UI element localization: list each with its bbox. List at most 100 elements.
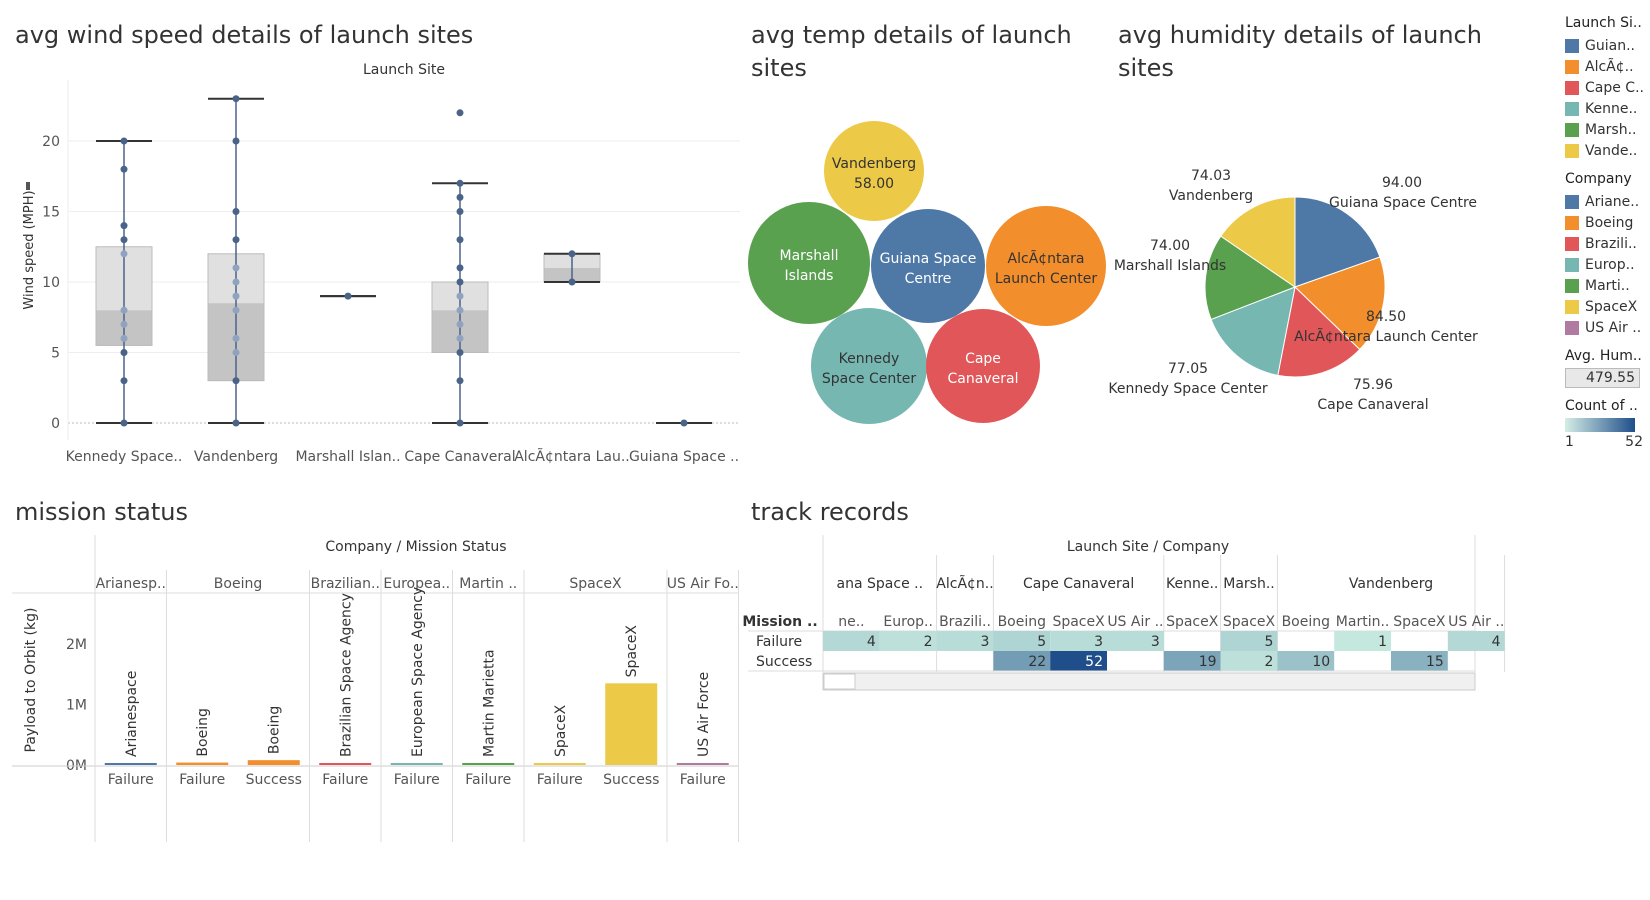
- count-max-label: 52: [1625, 434, 1643, 450]
- humidity-site-label: AlcÃ¢ntara Launch Center: [1294, 328, 1478, 345]
- temp-bubble-label: Marshall: [780, 248, 839, 264]
- mission-bar: [676, 763, 729, 765]
- wind-data-point: [456, 292, 464, 300]
- wind-data-point: [232, 264, 240, 272]
- temp-bubble-label: Guiana Space: [880, 251, 977, 267]
- wind-y-tick: 10: [42, 275, 60, 291]
- company-legend-label: US Air ..: [1585, 319, 1642, 336]
- wind-data-point: [232, 349, 240, 356]
- launch-site-legend-item[interactable]: Cape C..: [1565, 77, 1650, 98]
- wind-x-tick: AlcÃ¢ntara Lau..: [514, 448, 630, 465]
- wind-data-point: [120, 306, 128, 314]
- mission-bar: [390, 763, 443, 765]
- company-legend-item[interactable]: US Air ..: [1565, 317, 1650, 338]
- wind-data-point: [680, 419, 688, 427]
- company-legend-label: Ariane..: [1585, 193, 1640, 210]
- wind-data-point: [456, 179, 464, 187]
- wind-data-point: [120, 320, 128, 328]
- wind-data-point: [456, 377, 464, 385]
- track-cell-value: 3: [980, 634, 989, 650]
- company-swatch: [1565, 278, 1579, 293]
- mission-status-label: Failure: [394, 772, 440, 788]
- mission-y-tick: 2M: [66, 637, 87, 653]
- wind-data-point: [456, 419, 464, 427]
- mission-status-label: Failure: [680, 772, 726, 788]
- track-cell-value: 15: [1426, 654, 1444, 670]
- company-legend-item[interactable]: SpaceX: [1565, 296, 1650, 317]
- launch-site-swatch: [1565, 80, 1579, 95]
- company-legend-item[interactable]: Brazili..: [1565, 233, 1650, 254]
- launch-site-swatch: [1565, 38, 1579, 53]
- wind-x-tick: Guiana Space ..: [629, 449, 739, 465]
- wind-data-point: [232, 236, 240, 244]
- company-legend-item[interactable]: Marti..: [1565, 275, 1650, 296]
- wind-data-point: [568, 250, 576, 258]
- mission-bar: [319, 763, 372, 765]
- company-legend-item[interactable]: Europ..: [1565, 254, 1650, 275]
- wind-data-point: [568, 278, 576, 286]
- wind-data-point: [120, 236, 128, 244]
- mission-bar-label: European Space Agency: [410, 587, 426, 757]
- company-legend-label: Europ..: [1585, 256, 1635, 273]
- launch-site-swatch: [1565, 122, 1579, 137]
- wind-data-point: [456, 208, 464, 215]
- mission-status-label: Failure: [465, 772, 511, 788]
- launch-site-legend-item[interactable]: AlcÃ¢..: [1565, 56, 1650, 77]
- track-cell-value: 19: [1199, 654, 1217, 670]
- track-cell-value: 4: [867, 634, 876, 650]
- wind-box-group: [431, 109, 489, 427]
- wind-data-point: [120, 250, 128, 258]
- launch-site-swatch: [1565, 143, 1579, 158]
- mission-status-label: Failure: [108, 772, 154, 788]
- temp-bubble-label: Space Center: [822, 371, 916, 387]
- track-row-header: Mission ..: [742, 614, 817, 630]
- launch-site-legend-item[interactable]: Marsh..: [1565, 119, 1650, 140]
- company-swatch: [1565, 299, 1579, 314]
- launch-site-legend-title: Launch Si..: [1565, 15, 1642, 31]
- mission-bar-label: SpaceX: [553, 704, 569, 757]
- wind-box-group: [320, 292, 376, 300]
- track-horizontal-scrollbar[interactable]: [822, 672, 1476, 691]
- track-cell-value: 10: [1312, 654, 1330, 670]
- wind-data-point: [232, 95, 240, 103]
- launch-site-legend-label: Guian..: [1585, 37, 1635, 54]
- wind-data-point: [232, 334, 240, 342]
- wind-data-point: [120, 334, 128, 342]
- track-scrollbar-thumb[interactable]: [823, 673, 856, 690]
- mission-status-label: Success: [246, 772, 302, 788]
- avg-humidity-value: 479.55: [1565, 368, 1640, 388]
- wind-data-point: [120, 419, 128, 427]
- mission-bar: [104, 763, 157, 765]
- company-legend-item[interactable]: Ariane..: [1565, 191, 1650, 212]
- mission-status-label: Failure: [322, 772, 368, 788]
- launch-site-swatch: [1565, 101, 1579, 116]
- mission-bar: [247, 760, 300, 765]
- temp-bubble-label: Centre: [905, 271, 952, 287]
- humidity-value-label: 74.03: [1191, 168, 1231, 184]
- launch-site-legend-label: Vande..: [1585, 142, 1638, 159]
- track-site-header: AlcÃ¢n..: [936, 575, 993, 592]
- wind-data-point: [120, 377, 128, 385]
- company-legend-item[interactable]: Boeing: [1565, 212, 1650, 233]
- mission-bar-label: Brazilian Space Agency: [338, 593, 354, 757]
- humidity-site-label: Cape Canaveral: [1317, 397, 1428, 413]
- wind-y-tick: 15: [42, 205, 60, 221]
- humidity-value-label: 94.00: [1382, 175, 1422, 191]
- legend-panel: Launch Si.. Guian.. AlcÃ¢.. Cape C.. Kenne.…: [1565, 15, 1650, 460]
- track-company-header: SpaceX: [1393, 614, 1446, 630]
- track-cell-value: 4: [1492, 634, 1501, 650]
- wind-x-tick: Marshall Islan..: [295, 449, 400, 465]
- mission-bar-label: Boeing: [195, 708, 211, 756]
- launch-site-legend-label: AlcÃ¢..: [1585, 58, 1634, 75]
- mission-bar-label: Arianespace: [124, 671, 140, 757]
- company-legend-label: Marti..: [1585, 277, 1630, 294]
- track-company-header: Martin..: [1336, 614, 1390, 630]
- count-legend: Count of .. 1 52: [1565, 398, 1650, 450]
- launch-site-legend-item[interactable]: Vande..: [1565, 140, 1650, 161]
- wind-data-point: [232, 137, 240, 145]
- launch-site-legend-item[interactable]: Guian..: [1565, 35, 1650, 56]
- launch-site-legend-item[interactable]: Kenne..: [1565, 98, 1650, 119]
- company-swatch: [1565, 236, 1579, 251]
- mission-company-header: US Air Fo..: [667, 576, 739, 592]
- wind-data-point: [456, 349, 464, 356]
